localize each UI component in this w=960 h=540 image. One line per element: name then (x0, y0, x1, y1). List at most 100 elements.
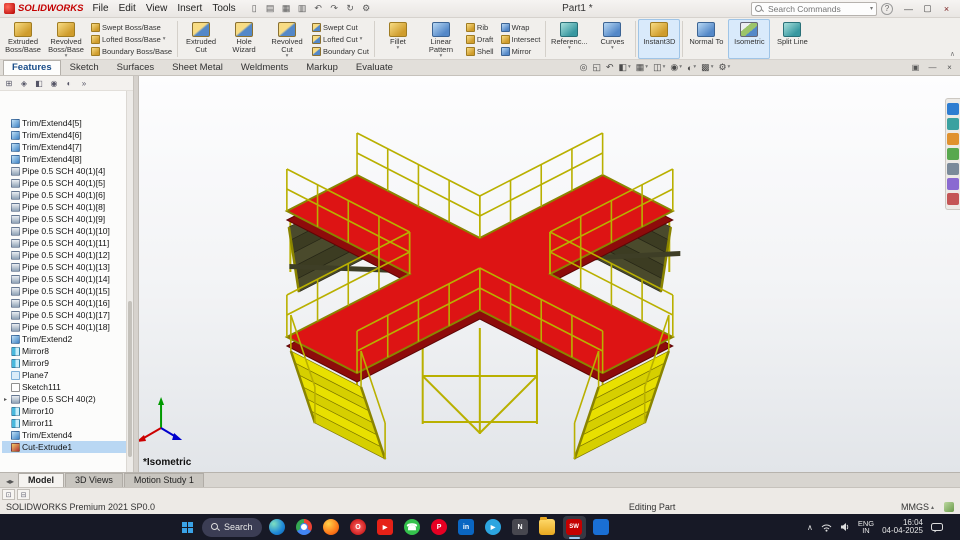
tree-item-pipe-0-5-sch-40-1-16[interactable]: Pipe 0.5 SCH 40(1)[16] (2, 297, 133, 309)
tree-item-mirror9[interactable]: Mirror9 (2, 357, 133, 369)
doc-tab-motion-study-1[interactable]: Motion Study 1 (123, 473, 204, 487)
taskbar-app-edge[interactable] (266, 516, 289, 539)
dropdown-caret-icon[interactable]: ▾ (65, 53, 68, 59)
tree-item-trim-extend2[interactable]: Trim/Extend2 (2, 333, 133, 345)
menu-file[interactable]: File (87, 3, 113, 14)
displaymanager-tab-icon[interactable]: ◐ (62, 77, 76, 90)
menu-edit[interactable]: Edit (114, 3, 141, 14)
taskbar-app-solidworks[interactable]: SW (562, 515, 586, 539)
doc-tab-3d-views[interactable]: 3D Views (65, 473, 123, 487)
tab-scroll-icons[interactable]: ◂▸ (2, 477, 18, 487)
ribbon-button-curves[interactable]: Curves ▾ (591, 19, 633, 59)
tree-item-trim-extend4-7[interactable]: Trim/Extend4[7] (2, 141, 133, 153)
ribbon-button-isometric[interactable]: Isometric (728, 19, 771, 59)
save-icon[interactable]: ▦ (279, 2, 294, 16)
wifi-icon[interactable] (821, 523, 832, 532)
notification-icon[interactable] (931, 522, 943, 533)
dropdown-caret-icon[interactable]: ▾ (611, 45, 614, 51)
tree-scrollbar-thumb[interactable] (128, 300, 132, 457)
selection-filter-icon[interactable]: ⊡ (2, 489, 15, 500)
tree-item-mirror8[interactable]: Mirror8 (2, 345, 133, 357)
dropdown-caret-icon[interactable]: ▾ (440, 53, 443, 59)
quick-tips-icon[interactable]: ⊟ (17, 489, 30, 500)
ribbon-button-linear-pattern[interactable]: Linear Pattern ▾ (420, 19, 462, 59)
tree-item-pipe-0-5-sch-40-1-10[interactable]: Pipe 0.5 SCH 40(1)[10] (2, 225, 133, 237)
taskpane-home-icon[interactable] (947, 103, 959, 115)
tree-item-pipe-0-5-sch-40-1-14[interactable]: Pipe 0.5 SCH 40(1)[14] (2, 273, 133, 285)
new-icon[interactable]: ▯ (247, 2, 262, 16)
ribbon-button-revolved-boss-base[interactable]: Revolved Boss/Base ▾ (45, 19, 87, 59)
tree-item-trim-extend4-6[interactable]: Trim/Extend4[6] (2, 129, 133, 141)
ribbon-button-shell[interactable]: Shell (464, 45, 496, 57)
rebuild-icon[interactable]: ↻ (343, 2, 358, 16)
taskbar-app-whatsapp[interactable]: ☎ (401, 516, 424, 539)
taskpane-design-library-icon[interactable] (947, 118, 959, 130)
tree-item-pipe-0-5-sch-40-2[interactable]: ▸ Pipe 0.5 SCH 40(2) (2, 393, 133, 405)
edit-appearance-icon[interactable]: ◐ ▾ (685, 61, 698, 74)
view-settings-icon[interactable]: ⚙ ▾ (716, 61, 732, 74)
taskbar-search[interactable]: Search (202, 517, 262, 537)
minimize-window-icon[interactable]: — (925, 61, 940, 73)
tree-item-pipe-0-5-sch-40-1-9[interactable]: Pipe 0.5 SCH 40(1)[9] (2, 213, 133, 225)
tree-item-mirror10[interactable]: Mirror10 (2, 405, 133, 417)
ribbon-button-extruded-cut[interactable]: Extruded Cut (180, 19, 222, 59)
tree-scrollbar[interactable] (126, 91, 133, 472)
zoom-fit-icon[interactable]: ◎ (578, 61, 590, 74)
dimxpert-tab-icon[interactable]: ◉ (47, 77, 61, 90)
ribbon-button-swept-cut[interactable]: Swept Cut (310, 21, 371, 33)
tree-item-pipe-0-5-sch-40-1-5[interactable]: Pipe 0.5 SCH 40(1)[5] (2, 177, 133, 189)
graphics-area[interactable]: *Isometric (139, 76, 960, 472)
status-tag-icon[interactable] (944, 502, 954, 512)
ribbon-button-mirror[interactable]: Mirror (499, 45, 543, 57)
dropdown-caret-icon[interactable]: ▾ (568, 45, 571, 51)
close-window-icon[interactable]: × (942, 61, 957, 73)
tree-item-pipe-0-5-sch-40-1-4[interactable]: Pipe 0.5 SCH 40(1)[4] (2, 165, 133, 177)
tab-weldments[interactable]: Weldments (232, 60, 297, 75)
doc-tab-model[interactable]: Model (18, 473, 65, 487)
tree-item-pipe-0-5-sch-40-1-12[interactable]: Pipe 0.5 SCH 40(1)[12] (2, 249, 133, 261)
ribbon-button-rib[interactable]: Rib (464, 21, 496, 33)
ribbon-button-wrap[interactable]: Wrap (499, 21, 543, 33)
print-icon[interactable]: ▥ (295, 2, 310, 16)
ribbon-button-referenc[interactable]: Referenc... ▾ (548, 19, 590, 59)
ribbon-button-swept-boss-base[interactable]: Swept Boss/Base (89, 21, 174, 33)
ribbon-button-boundary-cut[interactable]: Boundary Cut (310, 45, 371, 57)
tree-item-cut-extrude1[interactable]: Cut-Extrude1 (2, 441, 133, 453)
tree-item-mirror11[interactable]: Mirror11 (2, 417, 133, 429)
options-icon[interactable]: ⚙ (359, 2, 374, 16)
taskpane-custom-properties-icon[interactable] (947, 178, 959, 190)
taskbar-app-opera[interactable]: O (347, 516, 370, 539)
volume-icon[interactable] (840, 522, 850, 532)
tree-item-pipe-0-5-sch-40-1-8[interactable]: Pipe 0.5 SCH 40(1)[8] (2, 201, 133, 213)
tab-sketch[interactable]: Sketch (61, 60, 108, 75)
tab-surfaces[interactable]: Surfaces (108, 60, 164, 75)
tree-item-trim-extend4[interactable]: Trim/Extend4 (2, 429, 133, 441)
tab-sheet-metal[interactable]: Sheet Metal (163, 60, 232, 75)
ribbon-button-revolved-cut[interactable]: Revolved Cut ▾ (266, 19, 308, 59)
ribbon-button-fillet[interactable]: Fillet ▾ (377, 19, 419, 59)
undo-icon[interactable]: ↶ (311, 2, 326, 16)
taskbar-app-chrome[interactable] (293, 516, 316, 539)
language-indicator[interactable]: ENG IN (858, 519, 874, 535)
taskpane-view-palette-icon[interactable] (947, 148, 959, 160)
display-style-icon[interactable]: ◫ ▾ (651, 61, 667, 74)
ribbon-button-draft[interactable]: Draft (464, 33, 496, 45)
tree-item-pipe-0-5-sch-40-1-15[interactable]: Pipe 0.5 SCH 40(1)[15] (2, 285, 133, 297)
minimize-button[interactable]: — (899, 1, 918, 16)
ribbon-button-extruded-boss-base[interactable]: Extruded Boss/Base (2, 19, 44, 59)
menu-tools[interactable]: Tools (207, 3, 240, 14)
dropdown-caret-icon[interactable]: ▾ (286, 53, 289, 59)
start-button[interactable] (176, 516, 198, 538)
propertymanager-tab-icon[interactable]: ◈ (17, 77, 31, 90)
expand-icon[interactable]: ▸ (2, 396, 9, 403)
taskpane-appearances-icon[interactable] (947, 163, 959, 175)
tile-windows-icon[interactable]: ▣ (908, 61, 923, 73)
taskbar-app-photoshop[interactable] (590, 516, 613, 539)
ribbon-button-intersect[interactable]: Intersect (499, 33, 543, 45)
taskbar-app-firefox[interactable] (320, 516, 343, 539)
ribbon-button-split-line[interactable]: Split Line (771, 19, 813, 59)
apply-scene-icon[interactable]: ▩ ▾ (699, 61, 715, 74)
ribbon-button-instant3d[interactable]: Instant3D (638, 19, 681, 59)
command-search[interactable]: ▾ (751, 1, 877, 16)
units-selector[interactable]: MMGS ▴ (901, 502, 934, 512)
